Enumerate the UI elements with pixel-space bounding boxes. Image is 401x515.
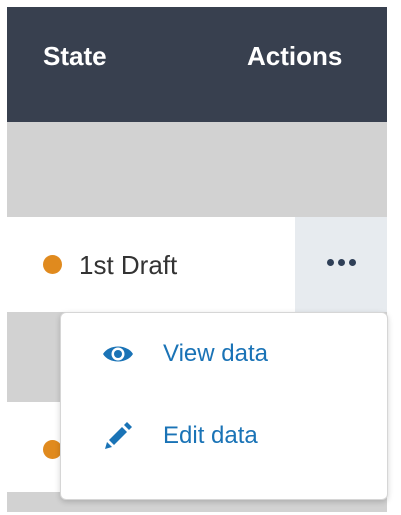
row-actions-menu: View data Edit data: [60, 312, 388, 500]
state-value: 1st Draft: [79, 250, 178, 280]
pencil-icon: [105, 422, 132, 449]
menu-item-label: View data: [163, 340, 268, 367]
menu-item-label: Edit data: [163, 422, 258, 449]
menu-item-edit-data[interactable]: Edit data: [61, 399, 387, 471]
ellipsis-icon: [327, 259, 357, 267]
row-actions-button[interactable]: [295, 217, 387, 312]
table-header: State Actions: [7, 7, 387, 122]
table-row[interactable]: 1st Draft: [7, 217, 387, 312]
table-row: [7, 122, 387, 217]
column-header-state[interactable]: State: [43, 41, 107, 71]
eye-icon: [103, 346, 133, 362]
menu-item-view-data[interactable]: View data: [61, 317, 387, 389]
status-dot-icon: [43, 255, 62, 274]
column-header-actions: Actions: [247, 41, 343, 71]
